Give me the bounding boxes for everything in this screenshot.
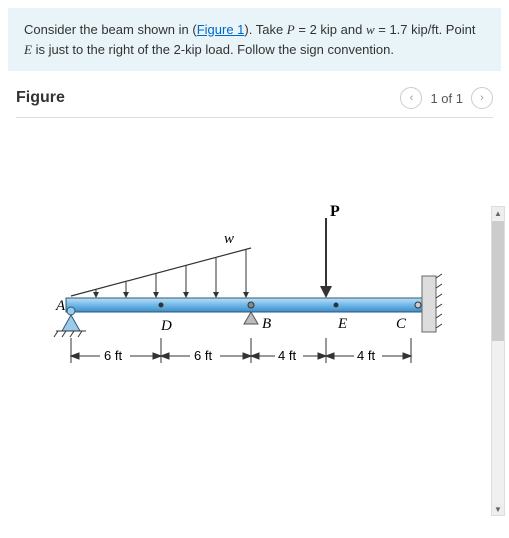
figure-title: Figure — [16, 89, 65, 107]
problem-text: Consider the beam shown in ( — [24, 22, 197, 37]
dim-AD: 6 ft — [104, 348, 122, 363]
label-D: D — [160, 318, 172, 334]
scroll-up-icon[interactable]: ▲ — [492, 207, 504, 219]
dim-EC: 4 ft — [357, 348, 375, 363]
figure-section: Figure ‹ 1 of 1 › — [0, 79, 509, 426]
beam-diagram: w P A D B E C — [26, 138, 466, 418]
point-D-marker — [159, 303, 164, 308]
point-load-P — [320, 218, 332, 298]
figure-header: Figure ‹ 1 of 1 › — [16, 87, 493, 118]
point-B-marker — [248, 302, 254, 308]
roller-support-C — [415, 274, 442, 332]
scrollbar-thumb[interactable] — [492, 221, 504, 341]
label-E: E — [337, 316, 347, 332]
prev-figure-button[interactable]: ‹ — [400, 87, 422, 109]
vertical-scrollbar[interactable]: ▲ ▼ — [491, 206, 505, 516]
label-A: A — [55, 298, 66, 314]
scroll-down-icon[interactable]: ▼ — [492, 503, 504, 515]
problem-statement: Consider the beam shown in (Figure 1). T… — [8, 8, 501, 71]
P-label: P — [330, 203, 340, 220]
distributed-load-w — [71, 248, 251, 298]
figure-link[interactable]: Figure 1 — [197, 22, 245, 37]
support-B-icon — [244, 312, 258, 324]
point-E-marker — [334, 303, 339, 308]
dim-BE: 4 ft — [278, 348, 296, 363]
next-figure-button[interactable]: › — [471, 87, 493, 109]
label-B: B — [262, 316, 271, 332]
figure-counter: 1 of 1 — [430, 91, 463, 106]
dim-DB: 6 ft — [194, 348, 212, 363]
figure-nav: ‹ 1 of 1 › — [400, 87, 493, 109]
label-C: C — [396, 316, 407, 332]
w-label: w — [224, 231, 234, 247]
